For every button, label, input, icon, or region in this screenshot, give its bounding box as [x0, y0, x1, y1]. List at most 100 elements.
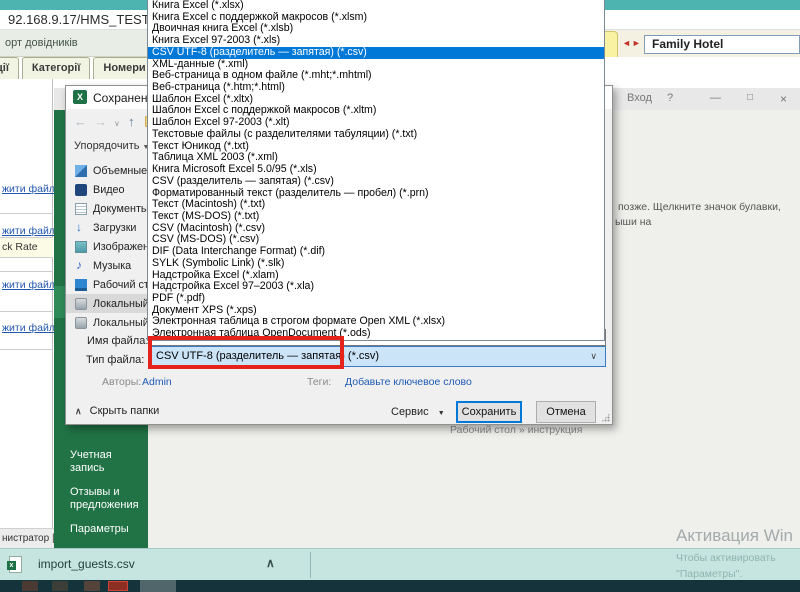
- hide-folders-label: Скрыть папки: [90, 405, 160, 417]
- place-item[interactable]: Объемные о: [66, 161, 150, 180]
- tools-button[interactable]: Сервис ▼: [391, 406, 445, 418]
- downloaded-file-name[interactable]: import_guests.csv: [38, 557, 135, 571]
- filetype-option[interactable]: CSV (Macintosh) (*.csv): [148, 223, 604, 235]
- help-icon[interactable]: ?: [667, 92, 673, 104]
- sign-in-button[interactable]: Вход: [627, 92, 652, 104]
- hotel-name-field[interactable]: Family Hotel: [644, 35, 800, 54]
- places-sidebar: Объемные о Видео Документы Загрузки Изоб…: [66, 161, 150, 332]
- divider: [0, 213, 53, 214]
- filetype-option[interactable]: Текст Юникод (*.txt): [148, 141, 604, 153]
- close-icon[interactable]: ×: [780, 92, 787, 106]
- backstage-nav-item[interactable]: Учетная запись: [70, 449, 144, 475]
- disk-icon: [75, 317, 87, 329]
- filetype-option[interactable]: Текст (Macintosh) (*.txt): [148, 199, 604, 211]
- taskbar-icon[interactable]: [22, 581, 38, 591]
- filetype-option[interactable]: Книга Excel с поддержкой макросов (*.xls…: [148, 12, 604, 24]
- music-icon: [75, 260, 87, 272]
- recent-folder-breadcrumb[interactable]: Рабочий стол » инструкция: [450, 424, 582, 436]
- place-item[interactable]: Музыка: [66, 256, 150, 275]
- filename-label: Имя файла:: [87, 335, 148, 347]
- up-icon[interactable]: ↑: [128, 114, 135, 129]
- chevron-down-icon: ∨: [590, 351, 597, 362]
- cancel-button[interactable]: Отмена: [536, 401, 596, 423]
- nav-arrows-icon[interactable]: ◄►: [622, 38, 642, 48]
- filetype-option[interactable]: Шаблон Excel 97-2003 (*.xlt): [148, 117, 604, 129]
- filetype-option[interactable]: CSV (разделитель — запятая) (*.csv): [148, 176, 604, 188]
- filetype-option[interactable]: Двоичная книга Excel (*.xlsb): [148, 23, 604, 35]
- taskbar-icon[interactable]: [84, 581, 100, 591]
- disk-icon: [75, 298, 87, 310]
- tags-label: Теги:: [307, 376, 331, 388]
- divider: [0, 349, 53, 350]
- backstage-hint-line1: позже. Щелкните значок булавки,: [618, 201, 781, 213]
- download-file-link[interactable]: жити файл: [2, 225, 55, 237]
- filetype-option[interactable]: Книга Excel (*.xlsx): [148, 0, 604, 12]
- filetype-option[interactable]: Надстройка Excel (*.xlam): [148, 270, 604, 282]
- download-expand-icon[interactable]: ∧: [266, 556, 275, 570]
- minimize-icon[interactable]: —: [710, 92, 721, 104]
- forward-icon[interactable]: →: [94, 114, 107, 129]
- filetype-option[interactable]: Книга Excel 97-2003 (*.xls): [148, 35, 604, 47]
- taskbar-active-app[interactable]: [140, 580, 176, 592]
- filetype-option[interactable]: Текстовые файлы (с разделителями табуляц…: [148, 129, 604, 141]
- activation-watermark-line1: Активация Win: [676, 526, 793, 546]
- maximize-icon[interactable]: □: [747, 92, 753, 103]
- filetype-option[interactable]: Шаблон Excel (*.xltx): [148, 94, 604, 106]
- place-item[interactable]: Видео: [66, 180, 150, 199]
- back-icon[interactable]: ←: [74, 114, 87, 129]
- taskbar-icon-red[interactable]: [108, 581, 128, 591]
- tags-add-link[interactable]: Добавьте ключевое слово: [345, 376, 472, 388]
- place-item[interactable]: Рабочий стол: [66, 275, 150, 294]
- activation-watermark-line2: Чтобы активировать: [676, 552, 776, 564]
- organize-button[interactable]: Упорядочить ▼: [74, 140, 149, 152]
- backstage-nav: Учетная запись Отзывы и предложения Параме…: [70, 449, 144, 547]
- authors-value[interactable]: Admin: [142, 376, 172, 388]
- save-button[interactable]: Сохранить: [456, 401, 522, 423]
- webpage-tab[interactable]: ції: [0, 57, 19, 79]
- filetype-option[interactable]: Веб-страница в одном файле (*.mht;*.mhtm…: [148, 70, 604, 82]
- filetype-option[interactable]: Веб-страница (*.htm;*.html): [148, 82, 604, 94]
- resize-grip[interactable]: [601, 413, 610, 422]
- video-icon: [75, 184, 87, 196]
- filetype-option[interactable]: XML-данные (*.xml): [148, 59, 604, 71]
- filetype-option[interactable]: Шаблон Excel с поддержкой макросов (*.xl…: [148, 105, 604, 117]
- filetype-option[interactable]: SYLK (Symbolic Link) (*.slk): [148, 258, 604, 270]
- backstage-nav-item[interactable]: Параметры: [70, 523, 144, 536]
- filetype-option[interactable]: Электронная таблица в строгом формате Op…: [148, 316, 604, 328]
- rate-row: ck Rate: [0, 237, 53, 258]
- recent-locations-icon[interactable]: ∨: [114, 119, 120, 128]
- download-file-link[interactable]: жити файл: [2, 183, 55, 195]
- filetype-option[interactable]: Текст (MS-DOS) (*.txt): [148, 211, 604, 223]
- webpage-tab[interactable]: Категорії: [22, 57, 91, 79]
- filetype-option[interactable]: Таблица XML 2003 (*.xml): [148, 152, 604, 164]
- organize-label: Упорядочить: [74, 140, 139, 152]
- download-file-link[interactable]: жити файл: [2, 279, 55, 291]
- place-item[interactable]: Локальный д: [66, 294, 150, 313]
- doc-icon: [75, 203, 87, 215]
- screen: 92.168.9.17/HMS_TEST/Admin/Ho орт довідн…: [0, 0, 800, 592]
- place-item[interactable]: Загрузки: [66, 218, 150, 237]
- filetype-label: Тип файла:: [86, 354, 144, 366]
- taskbar: [0, 580, 800, 592]
- filetype-option[interactable]: PDF (*.pdf): [148, 293, 604, 305]
- filetype-option[interactable]: Форматированный текст (разделитель — про…: [148, 188, 604, 200]
- place-item[interactable]: Документы: [66, 199, 150, 218]
- place-item[interactable]: Изображени: [66, 237, 150, 256]
- download-file-link[interactable]: жити файл: [2, 322, 55, 334]
- filetype-option[interactable]: CSV UTF-8 (разделитель — запятая) (*.csv…: [148, 47, 604, 59]
- webpage-footer: нистратор | Р: [0, 528, 57, 550]
- filetype-option[interactable]: CSV (MS-DOS) (*.csv): [148, 234, 604, 246]
- place-item[interactable]: Локальный д: [66, 313, 150, 332]
- backstage-nav-item[interactable]: Отзывы и предложения: [70, 486, 144, 512]
- authors-label: Авторы:: [102, 376, 141, 388]
- activation-watermark-line3: "Параметры".: [676, 568, 742, 580]
- hide-folders-button[interactable]: ∧ Скрыть папки: [75, 405, 159, 417]
- filetype-option[interactable]: Книга Microsoft Excel 5.0/95 (*.xls): [148, 164, 604, 176]
- filetype-option[interactable]: Документ XPS (*.xps): [148, 305, 604, 317]
- rate-label: ck Rate: [0, 238, 53, 257]
- excel-app-icon: X: [73, 90, 87, 104]
- taskbar-icon[interactable]: [52, 581, 68, 591]
- footer-text: нистратор | Р: [0, 529, 57, 549]
- filetype-option[interactable]: DIF (Data Interchange Format) (*.dif): [148, 246, 604, 258]
- filetype-option[interactable]: Надстройка Excel 97–2003 (*.xla): [148, 281, 604, 293]
